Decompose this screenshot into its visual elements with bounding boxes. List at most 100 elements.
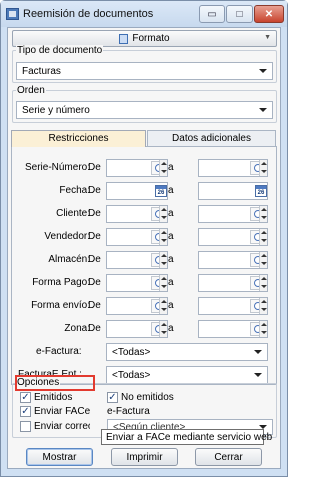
forma-pago-from-input[interactable] — [106, 274, 168, 292]
spin-icon[interactable] — [159, 298, 167, 314]
formato-label: Formato — [132, 33, 170, 44]
spin-icon[interactable] — [259, 252, 267, 268]
efactura-value: <Todas> — [112, 347, 151, 358]
de-label: De — [88, 254, 101, 265]
calendar-icon[interactable]: 26 — [155, 185, 167, 197]
format-icon — [119, 33, 129, 44]
no-emitidos-label: No emitidos — [121, 392, 174, 403]
row-label: Cliente: — [56, 208, 90, 219]
row-label: Almacén: — [48, 254, 90, 265]
a-label: a — [168, 323, 174, 334]
spin-icon[interactable] — [159, 321, 167, 337]
dropdown-arrow-icon: ▼ — [264, 34, 271, 41]
a-label: a — [168, 208, 174, 219]
row-label: Forma Pago: — [32, 277, 90, 288]
tipo-documento-select[interactable]: Facturas — [16, 62, 273, 80]
chevron-down-icon — [254, 350, 262, 354]
de-label: De — [88, 231, 101, 242]
tab-container: Restricciones Datos adicionales Serie-Nú… — [11, 130, 277, 385]
orden-select[interactable]: Serie y número — [16, 101, 273, 119]
forma-envio-to-input[interactable] — [198, 297, 268, 315]
spin-icon[interactable] — [159, 229, 167, 245]
vendedor-to-input[interactable] — [198, 228, 268, 246]
spin-icon[interactable] — [159, 160, 167, 176]
imprimir-button[interactable]: Imprimir — [111, 448, 178, 466]
de-label: De — [88, 208, 101, 219]
tab-datos-adicionales[interactable]: Datos adicionales — [147, 130, 276, 146]
title-bar[interactable]: Reemisión de documentos ▭ □ ✕ — [1, 1, 287, 27]
forma-envio-from-input[interactable] — [106, 297, 168, 315]
cerrar-button[interactable]: Cerrar — [195, 448, 262, 466]
almacen-from-input[interactable] — [106, 251, 168, 269]
chevron-down-icon — [259, 108, 267, 112]
serie-numero-from-input[interactable] — [106, 159, 168, 177]
spin-icon[interactable] — [159, 252, 167, 268]
enviar-face-tooltip: Enviar a FACe mediante servicio web — [101, 429, 272, 445]
mostrar-button[interactable]: Mostrar — [26, 448, 93, 466]
a-label: a — [168, 300, 174, 311]
forma-envio-row: Forma envío: De a — [12, 297, 276, 315]
efactura-row: e-Factura: <Todas> — [12, 343, 276, 361]
zona-from-input[interactable] — [106, 320, 168, 338]
a-label: a — [168, 277, 174, 288]
close-button[interactable]: ✕ — [254, 5, 284, 23]
a-label: a — [168, 254, 174, 265]
almacen-to-input[interactable] — [198, 251, 268, 269]
tab-restricciones[interactable]: Restricciones — [11, 130, 146, 147]
enviar-face-checkbox[interactable]: ✓ — [20, 406, 31, 417]
window-title: Reemisión de documentos — [23, 8, 154, 20]
spin-icon[interactable] — [259, 275, 267, 291]
spin-icon[interactable] — [259, 206, 267, 222]
row-label: Serie-Número: — [24, 162, 90, 173]
spin-icon[interactable] — [259, 160, 267, 176]
fecha-row: Fecha: De 26 a 26 — [12, 182, 276, 200]
almacen-row: Almacén: De a — [12, 251, 276, 269]
facturae-ent-value: <Todas> — [112, 370, 151, 381]
emitidos-checkbox[interactable]: ✓ — [20, 392, 31, 403]
window: Reemisión de documentos ▭ □ ✕ Formato ▼ … — [0, 0, 288, 477]
de-label: De — [88, 162, 101, 173]
efactura-select[interactable]: <Todas> — [106, 343, 268, 361]
spin-icon[interactable] — [159, 275, 167, 291]
enviar-correo-checkbox[interactable] — [20, 421, 31, 432]
app-icon — [6, 8, 19, 20]
row-label: Fecha: — [59, 185, 90, 196]
spin-icon[interactable] — [259, 229, 267, 245]
facturae-ent-select[interactable]: <Todas> — [106, 366, 268, 384]
serie-numero-to-input[interactable] — [198, 159, 268, 177]
zona-row: Zona: De a — [12, 320, 276, 338]
cliente-from-input[interactable] — [106, 205, 168, 223]
maximize-button[interactable]: □ — [226, 5, 253, 23]
spin-icon[interactable] — [159, 206, 167, 222]
vendedor-from-input[interactable] — [106, 228, 168, 246]
fecha-from-input[interactable]: 26 — [106, 182, 168, 200]
a-label: a — [168, 231, 174, 242]
orden-value: Serie y número — [22, 105, 90, 116]
minimize-button[interactable]: ▭ — [199, 5, 225, 23]
zona-to-input[interactable] — [198, 320, 268, 338]
row-label: Zona: — [64, 323, 90, 334]
efactura-label: e-Factura: — [36, 346, 82, 357]
chevron-down-icon — [254, 373, 262, 377]
spin-icon[interactable] — [259, 298, 267, 314]
efactura-option-label: e-Factura — [107, 406, 150, 417]
enviar-correo-label: Enviar correo — [34, 421, 90, 432]
spin-icon[interactable] — [259, 321, 267, 337]
serie-numero-row: Serie-Número: De a — [12, 159, 276, 177]
row-label: Forma envío: — [31, 300, 90, 311]
row-label: Vendedor: — [44, 231, 90, 242]
forma-pago-row: Forma Pago: De a — [12, 274, 276, 292]
chevron-down-icon — [259, 69, 267, 73]
de-label: De — [88, 185, 101, 196]
no-emitidos-checkbox[interactable]: ✓ — [107, 392, 118, 403]
emitidos-label: Emitidos — [34, 392, 73, 403]
forma-pago-to-input[interactable] — [198, 274, 268, 292]
cliente-to-input[interactable] — [198, 205, 268, 223]
a-label: a — [168, 185, 174, 196]
fecha-to-input[interactable]: 26 — [198, 182, 268, 200]
restricciones-panel: Serie-Número: De a Fecha: De 26 a 26 Cli… — [11, 146, 277, 385]
calendar-icon[interactable]: 26 — [255, 185, 267, 197]
a-label: a — [168, 162, 174, 173]
enviar-face-highlight — [15, 375, 95, 391]
tipo-documento-label: Tipo de documento — [16, 45, 104, 56]
